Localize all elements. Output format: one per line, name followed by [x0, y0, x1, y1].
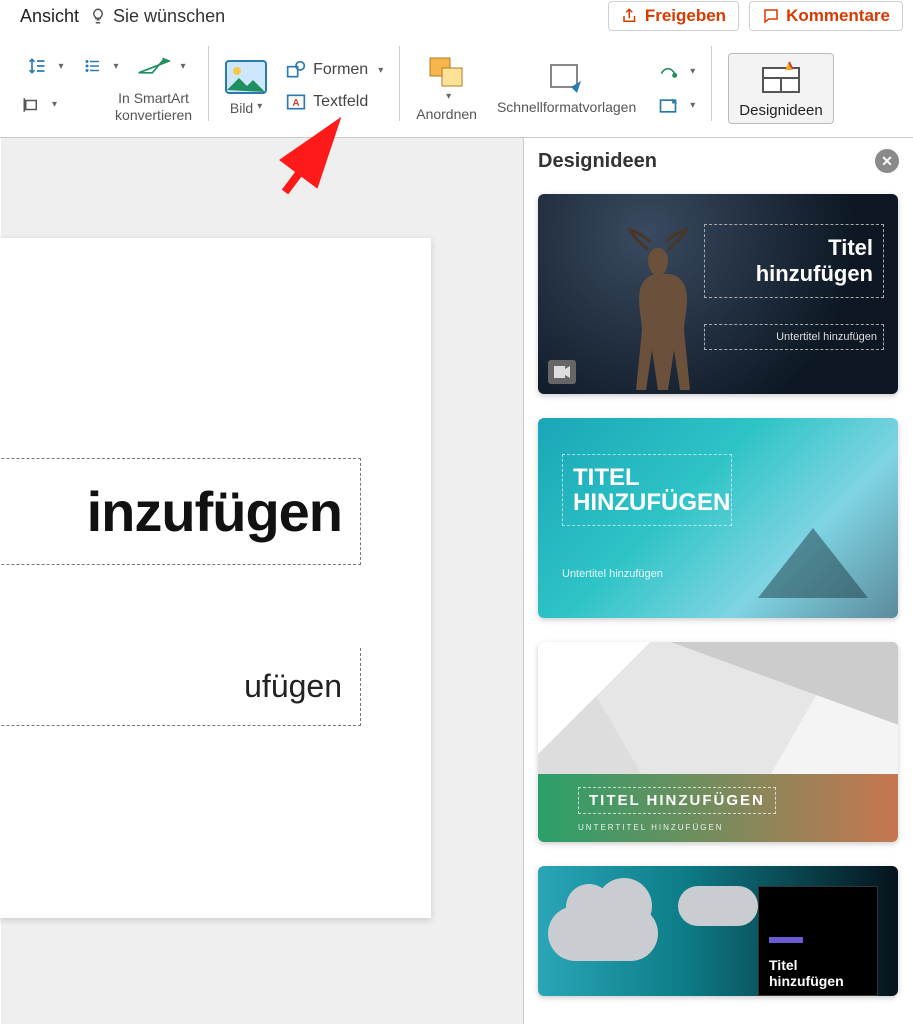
fill-icon [656, 62, 680, 82]
insert-image-button[interactable]: Bild▾ [225, 60, 267, 116]
pane-header: Designideen ✕ [524, 138, 913, 184]
shape-outline-button[interactable]: ▾ [656, 96, 695, 116]
design-idea-3[interactable]: TITEL HINZUFÜGEN UNTERTITEL HINZUFÜGEN [538, 642, 898, 842]
design-idea-2[interactable]: TITEL HINZUFÜGEN Untertitel hinzufügen [538, 418, 898, 618]
subtitle-placeholder[interactable]: ufügen [0, 648, 361, 726]
idea2-subtitle: Untertitel hinzufügen [562, 568, 663, 580]
align-icon [20, 96, 42, 114]
image-icon [225, 60, 267, 94]
title-text: inzufügen [0, 479, 342, 544]
design-ideas-button[interactable]: Designideen [728, 53, 833, 124]
arrange-button[interactable]: ▾ [427, 55, 467, 102]
idea4-title: Titel hinzufügen [769, 957, 867, 989]
textbox-label: Textfeld [313, 93, 368, 111]
textbox-icon: A [285, 92, 307, 112]
line-spacing-icon [26, 56, 48, 76]
outline-icon [656, 96, 680, 116]
slide[interactable]: inzufügen ufügen [0, 238, 431, 918]
idea1-title: Titel hinzufügen [704, 224, 884, 298]
idea3-subtitle: UNTERTITEL HINZUFÜGEN [578, 823, 724, 832]
title-placeholder[interactable]: inzufügen [0, 458, 361, 565]
align-button[interactable]: ▾ [20, 86, 57, 122]
arrange-label: Anordnen [416, 106, 477, 122]
quickstyles-button[interactable] [547, 61, 587, 95]
arrange-group: ▾ Anordnen [406, 40, 487, 137]
shapes-label: Formen [313, 61, 368, 79]
insert-group: Bild▾ Formen▾ A Textfeld [215, 40, 393, 137]
idea2-title: TITEL HINZUFÜGEN [562, 454, 732, 526]
comments-button[interactable]: Kommentare [749, 1, 903, 31]
idea3-title: TITEL HINZUFÜGEN [578, 787, 776, 814]
line-spacing-button[interactable]: ▾ [26, 54, 63, 78]
smartart-convert-button[interactable]: ▾ [137, 54, 186, 78]
deer-icon [598, 224, 718, 394]
design-ideas-label: Designideen [739, 102, 822, 119]
pane-body[interactable]: Titel hinzufügen Untertitel hinzufügen T… [524, 184, 913, 1024]
slide-canvas[interactable]: inzufügen ufügen [0, 138, 523, 1024]
paragraph-group: ▾ ▾ ▾ ▾ In SmartArt konvertieren [10, 40, 202, 137]
list-icon [82, 57, 104, 75]
pane-title: Designideen [538, 150, 657, 173]
comments-label: Kommentare [786, 6, 890, 26]
tell-me[interactable]: Sie wünschen [89, 6, 225, 27]
annotation-arrow [281, 128, 341, 203]
window-topbar: Ansicht Sie wünschen Freigeben Kommentar… [0, 0, 913, 32]
share-icon [621, 7, 639, 25]
design-ideas-pane: Designideen ✕ Titel hinzufügen Untertite… [523, 138, 913, 1024]
subtitle-text: ufügen [0, 668, 342, 705]
mountain-icon [758, 528, 868, 598]
design-idea-1[interactable]: Titel hinzufügen Untertitel hinzufügen [538, 194, 898, 394]
tab-view[interactable]: Ansicht [10, 4, 89, 29]
quickstyles-group: Schnellformatvorlagen [487, 40, 646, 137]
comment-icon [762, 7, 780, 25]
image-label: Bild [230, 100, 253, 116]
designideas-group: Designideen [718, 40, 843, 137]
design-ideas-icon [759, 60, 803, 94]
tell-me-label: Sie wünschen [113, 6, 225, 27]
video-icon [548, 360, 576, 384]
share-label: Freigeben [645, 6, 726, 26]
quickstyles-icon [547, 61, 587, 95]
ribbon: ▾ ▾ ▾ ▾ In SmartArt konvertieren [0, 32, 913, 138]
idea4-panel: Titel hinzufügen [758, 886, 878, 996]
close-pane-button[interactable]: ✕ [875, 149, 899, 173]
work-area: inzufügen ufügen Designideen ✕ [0, 138, 913, 1024]
textbox-button[interactable]: A Textfeld [285, 92, 383, 112]
svg-text:A: A [292, 99, 299, 110]
shapes-button[interactable]: Formen▾ [285, 60, 383, 80]
smartart-icon [137, 54, 171, 78]
design-idea-4[interactable]: Titel hinzufügen [538, 866, 898, 996]
share-button[interactable]: Freigeben [608, 1, 739, 31]
quickstyles-label: Schnellformatvorlagen [497, 99, 636, 115]
cloud-icon [548, 906, 658, 961]
smartart-label: In SmartArt konvertieren [115, 90, 192, 122]
shapes-icon [285, 60, 307, 80]
shape-format-group: ▾ ▾ [646, 40, 705, 137]
shape-fill-button[interactable]: ▾ [656, 62, 695, 82]
idea1-subtitle: Untertitel hinzufügen [704, 324, 884, 350]
arrange-icon [427, 55, 467, 89]
lightbulb-icon [89, 7, 107, 25]
cloud-icon [678, 886, 758, 926]
list-button[interactable]: ▾ [82, 54, 119, 78]
